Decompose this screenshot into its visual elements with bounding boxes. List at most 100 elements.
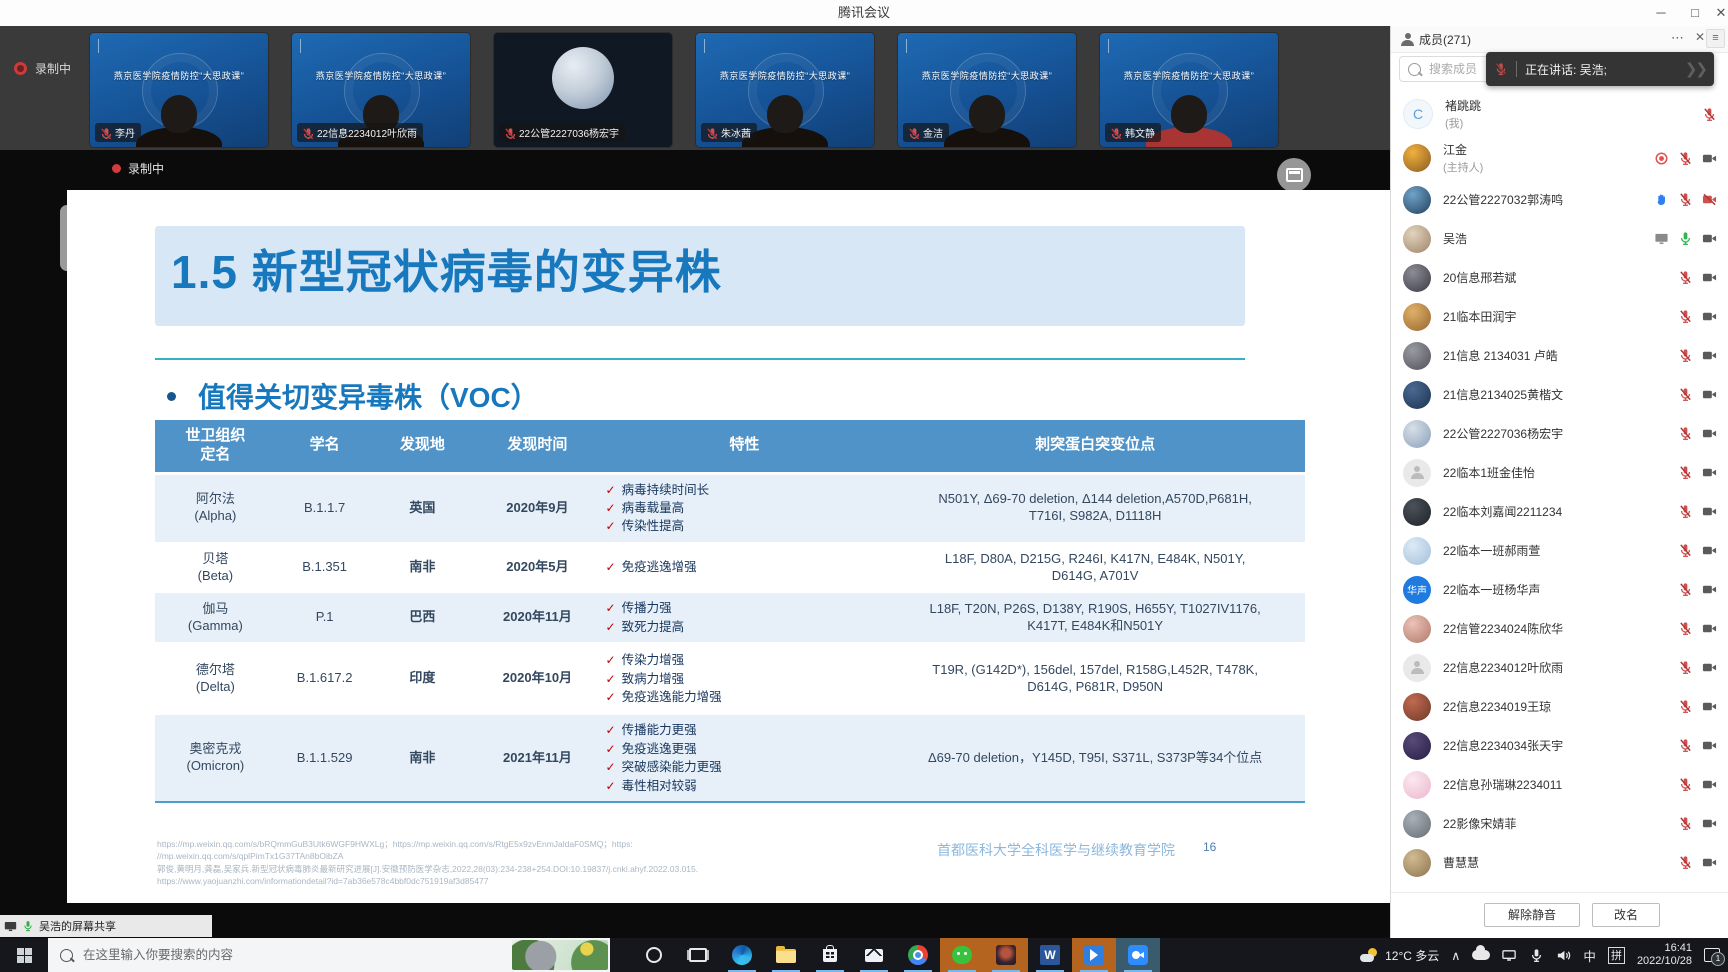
panel-close-button[interactable]: ✕ — [1695, 30, 1705, 44]
taskbar-app-docs[interactable] — [1072, 938, 1116, 972]
member-row[interactable]: 22信息2234034张天宇 — [1391, 726, 1728, 765]
cam-icon[interactable] — [1702, 465, 1717, 480]
member-row[interactable]: 20信息邢若斌 — [1391, 258, 1728, 297]
mic-off-icon[interactable] — [1678, 387, 1693, 402]
taskbar-search-box[interactable] — [48, 938, 610, 972]
video-tile[interactable]: 燕京医学院疫情防控“大思政课”韩文静 — [1100, 33, 1278, 147]
weather-widget[interactable]: 12°C 多云 — [1360, 947, 1439, 964]
video-tile[interactable]: 燕京医学院疫情防控“大思政课”李丹 — [90, 33, 268, 147]
video-tile[interactable]: 燕京医学院疫情防控“大思政课”金洁 — [898, 33, 1076, 147]
mic-off-icon[interactable] — [1678, 621, 1693, 636]
mic-off-icon[interactable] — [1678, 151, 1693, 166]
close-button[interactable]: ✕ — [1714, 0, 1728, 25]
screen-icon[interactable] — [1654, 231, 1669, 246]
cam-icon[interactable] — [1702, 426, 1717, 441]
cam-icon[interactable] — [1702, 621, 1717, 636]
maximize-button[interactable]: □ — [1680, 0, 1710, 25]
cam-icon[interactable] — [1702, 348, 1717, 363]
mic-off-icon[interactable] — [1678, 660, 1693, 675]
taskbar-app-edge[interactable] — [720, 938, 764, 972]
start-button[interactable] — [0, 938, 48, 972]
member-row[interactable]: 21信息2134025黄楷文 — [1391, 375, 1728, 414]
cam-icon[interactable] — [1702, 582, 1717, 597]
taskbar-app-game[interactable] — [984, 938, 1028, 972]
taskbar-app-cortana[interactable] — [632, 938, 676, 972]
mic-off-icon[interactable] — [1678, 348, 1693, 363]
member-row[interactable]: 22信管2234024陈欣华 — [1391, 609, 1728, 648]
speaker-icon[interactable] — [1556, 948, 1571, 963]
hand-icon[interactable] — [1654, 192, 1669, 207]
member-row[interactable]: 曹慧慧 — [1391, 843, 1728, 882]
video-tile[interactable]: 22公管2227036杨宏宇 — [494, 33, 672, 147]
member-row[interactable]: 22临本1班金佳怡 — [1391, 453, 1728, 492]
member-row[interactable]: 22信息2234019王琼 — [1391, 687, 1728, 726]
rec-icon[interactable] — [1654, 151, 1669, 166]
member-row[interactable]: 江金(主持人) — [1391, 136, 1728, 180]
member-row[interactable]: C褚跳跳(我) — [1391, 92, 1728, 136]
member-row[interactable]: 22公管2227036杨宏宇 — [1391, 414, 1728, 453]
member-list[interactable]: C褚跳跳(我)江金(主持人)22公管2227032郭涛鸣吴浩20信息邢若斌21临… — [1391, 92, 1728, 892]
cam-icon[interactable] — [1702, 699, 1717, 714]
cam-icon[interactable] — [1702, 660, 1717, 675]
cam-icon[interactable] — [1702, 231, 1717, 246]
mic-off-icon[interactable] — [1678, 738, 1693, 753]
taskbar-app-explorer[interactable] — [764, 938, 808, 972]
member-row[interactable]: 21临本田润宇 — [1391, 297, 1728, 336]
cam-icon[interactable] — [1702, 309, 1717, 324]
member-row[interactable]: 22临本刘嘉闻2211234 — [1391, 492, 1728, 531]
video-tile[interactable]: 燕京医学院疫情防控“大思政课”朱冰茜 — [696, 33, 874, 147]
cam-icon[interactable] — [1702, 777, 1717, 792]
taskbar-app-mail[interactable] — [852, 938, 896, 972]
cam-icon[interactable] — [1702, 738, 1717, 753]
member-row[interactable]: 22公管2227032郭涛鸣 — [1391, 180, 1728, 219]
member-row[interactable]: 吴浩 — [1391, 219, 1728, 258]
panel-menu-button[interactable]: ⋯ — [1671, 30, 1685, 46]
taskbar-app-taskview[interactable] — [676, 938, 720, 972]
member-row[interactable]: 22影像宋婧菲 — [1391, 804, 1728, 843]
member-row[interactable]: 22临本一班郝雨萱 — [1391, 531, 1728, 570]
taskbar-app-wechat[interactable] — [940, 938, 984, 972]
mic-off-icon[interactable] — [1678, 270, 1693, 285]
tray-expand-chevron[interactable]: ∧ — [1451, 948, 1460, 963]
mic-off-icon[interactable] — [1678, 855, 1693, 870]
mic-off-icon[interactable] — [1678, 777, 1693, 792]
cam-icon[interactable] — [1702, 816, 1717, 831]
minimize-button[interactable]: ─ — [1646, 0, 1676, 25]
video-tile[interactable]: 燕京医学院疫情防控“大思政课”22信息2234012叶欣雨 — [292, 33, 470, 147]
ime-language-indicator[interactable]: 中 — [1583, 946, 1596, 965]
layout-switch-button[interactable] — [1277, 158, 1311, 192]
mic-off-icon[interactable] — [1678, 192, 1693, 207]
mic-off-icon[interactable] — [1702, 107, 1717, 122]
mic-off-icon[interactable] — [1678, 816, 1693, 831]
taskbar-search-input[interactable] — [81, 947, 415, 963]
cam-icon[interactable] — [1702, 387, 1717, 402]
mic-off-icon[interactable] — [1678, 699, 1693, 714]
mic-off-icon[interactable] — [1678, 582, 1693, 597]
cam-icon[interactable] — [1702, 151, 1717, 166]
cam-icon[interactable] — [1702, 270, 1717, 285]
mic-off-icon[interactable] — [1678, 543, 1693, 558]
member-row[interactable]: 22信息2234012叶欣雨 — [1391, 648, 1728, 687]
microphone-icon[interactable] — [1529, 948, 1544, 963]
ime-mode-indicator[interactable]: 拼 — [1608, 947, 1625, 964]
cam-icon[interactable] — [1702, 855, 1717, 870]
mic-on-icon[interactable] — [1678, 231, 1693, 246]
member-row[interactable]: 21信息 2134031 卢皓 — [1391, 336, 1728, 375]
mic-off-icon[interactable] — [1678, 465, 1693, 480]
mic-off-icon[interactable] — [1678, 426, 1693, 441]
unmute-button[interactable]: 解除静音 — [1484, 903, 1580, 927]
network-icon[interactable] — [1502, 948, 1517, 963]
taskbar-app-word[interactable]: W — [1028, 938, 1072, 972]
rename-button[interactable]: 改名 — [1592, 903, 1660, 927]
cam-icon[interactable] — [1702, 504, 1717, 519]
member-row[interactable]: 22信息孙瑞琳2234011 — [1391, 765, 1728, 804]
cam-icon[interactable] — [1702, 543, 1717, 558]
cam-off-icon[interactable] — [1702, 192, 1717, 207]
member-row[interactable]: 华声22临本一班杨华声 — [1391, 570, 1728, 609]
taskbar-app-chrome[interactable] — [896, 938, 940, 972]
taskbar-clock[interactable]: 16:41 2022/10/28 — [1637, 942, 1692, 968]
mic-off-icon[interactable] — [1678, 309, 1693, 324]
panel-collapse-button[interactable]: ≡ — [1706, 29, 1725, 48]
mic-off-icon[interactable] — [1678, 504, 1693, 519]
taskbar-app-store[interactable] — [808, 938, 852, 972]
